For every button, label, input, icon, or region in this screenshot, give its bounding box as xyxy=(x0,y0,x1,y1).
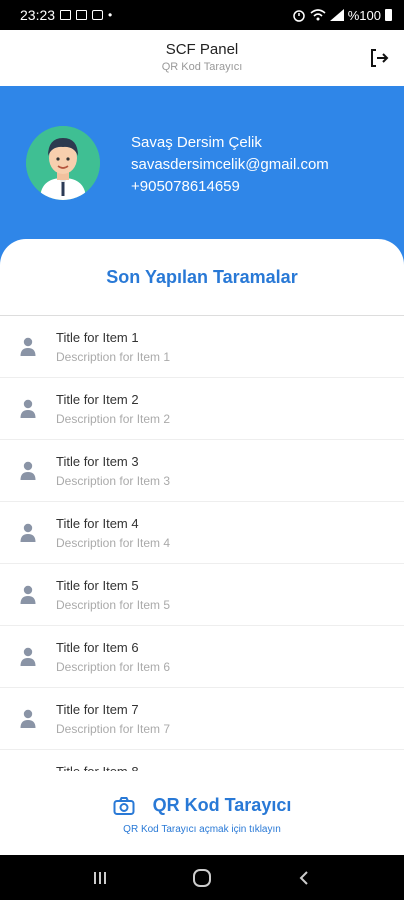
app-subtitle: QR Kod Tarayıcı xyxy=(161,61,243,73)
item-description: Description for Item 1 xyxy=(56,350,171,364)
status-bar: 23:23 • %100 xyxy=(0,0,404,30)
item-title: Title for Item 3 xyxy=(56,454,139,469)
item-title: Title for Item 4 xyxy=(56,516,139,531)
dot-icon: • xyxy=(108,8,113,22)
profile-name: Savaş Dersim Çelik xyxy=(131,134,262,151)
person-icon xyxy=(20,585,36,604)
person-icon xyxy=(20,399,36,418)
item-text: Title for Item 4 Description for Item 4 xyxy=(56,516,170,550)
list-item[interactable]: Title for Item 1 Description for Item 1 xyxy=(0,316,404,378)
avatar-illustration xyxy=(26,126,100,200)
item-text: Title for Item 3 Description for Item 3 xyxy=(56,454,170,488)
item-title: Title for Item 6 xyxy=(56,640,139,655)
qr-button-label[interactable]: QR Kod Tarayıcı xyxy=(153,795,292,816)
status-left: 23:23 • xyxy=(20,7,112,23)
wifi-icon xyxy=(310,9,326,21)
list-item[interactable]: Title for Item 6 Description for Item 6 xyxy=(0,626,404,688)
navigation-bar xyxy=(0,855,404,900)
profile-email: savasdersimcelik@gmail.com xyxy=(131,156,329,173)
person-icon xyxy=(20,523,36,542)
app-title: SCF Panel xyxy=(165,41,239,58)
item-title: Title for Item 5 xyxy=(56,578,139,593)
item-title: Title for Item 1 xyxy=(56,330,139,345)
section-title: Son Yapılan Taramalar xyxy=(0,239,404,316)
person-icon xyxy=(20,709,36,728)
list-item[interactable]: Title for Item 4 Description for Item 4 xyxy=(0,502,404,564)
logout-icon[interactable] xyxy=(368,47,390,69)
item-text: Title for Item 2 Description for Item 2 xyxy=(56,392,170,426)
status-time: 23:23 xyxy=(20,7,56,23)
mail-icon xyxy=(76,10,88,20)
item-description: Description for Item 6 xyxy=(56,660,171,674)
person-icon xyxy=(20,647,36,666)
recent-list[interactable]: Title for Item 1 Description for Item 1 Ti… xyxy=(0,316,404,812)
item-description: Description for Item 4 xyxy=(56,536,171,550)
item-title: Title for Item 2 xyxy=(56,392,139,407)
qr-row[interactable]: QR Kod Tarayıcı xyxy=(0,795,404,816)
back-icon[interactable] xyxy=(295,869,313,887)
app-bar: SCF Panel QR Kod Tarayıcı xyxy=(0,30,404,86)
alarm-icon xyxy=(293,10,305,22)
image-icon xyxy=(60,10,72,20)
item-text: Title for Item 1 Description for Item 1 xyxy=(56,330,170,364)
profile-phone: +905078614659 xyxy=(131,178,240,195)
list-item[interactable]: Title for Item 7 Description for Item 7 xyxy=(0,688,404,750)
list-item[interactable]: Title for Item 5 Description for Item 5 xyxy=(0,564,404,626)
status-right: %100 xyxy=(292,8,392,23)
item-title: Title for Item 7 xyxy=(56,702,139,717)
item-description: Description for Item 3 xyxy=(56,474,171,488)
signal-icon xyxy=(329,9,344,21)
home-icon[interactable] xyxy=(192,868,212,888)
item-text: Title for Item 5 Description for Item 5 xyxy=(56,578,170,612)
profile-info: Savaş Dersim Çelik savasdersimcelik@gmai… xyxy=(131,132,329,198)
qr-scanner-button[interactable]: QR Kod Tarayıcı QR Kod Tarayıcı açmak iç… xyxy=(0,771,404,853)
item-description: Description for Item 7 xyxy=(56,722,171,736)
camera-icon xyxy=(113,796,135,815)
item-description: Description for Item 2 xyxy=(56,412,171,426)
avatar xyxy=(26,126,100,200)
battery-percent: %100 xyxy=(347,7,381,23)
item-description: Description for Item 5 xyxy=(56,598,171,612)
gmail-icon xyxy=(92,10,104,20)
qr-button-sublabel: QR Kod Tarayıcı açmak için tıklayın xyxy=(123,824,281,835)
item-text: Title for Item 6 Description for Item 6 xyxy=(56,640,170,674)
list-item[interactable]: Title for Item 2 Description for Item 2 xyxy=(0,378,404,440)
person-icon xyxy=(20,461,36,480)
recent-scans-card: Son Yapılan Taramalar Title for Item 1 De… xyxy=(0,239,404,853)
item-text: Title for Item 7 Description for Item 7 xyxy=(56,702,170,736)
recents-icon[interactable] xyxy=(91,869,109,887)
battery-icon xyxy=(385,9,392,21)
list-item[interactable]: Title for Item 3 Description for Item 3 xyxy=(0,440,404,502)
person-icon xyxy=(20,337,36,356)
